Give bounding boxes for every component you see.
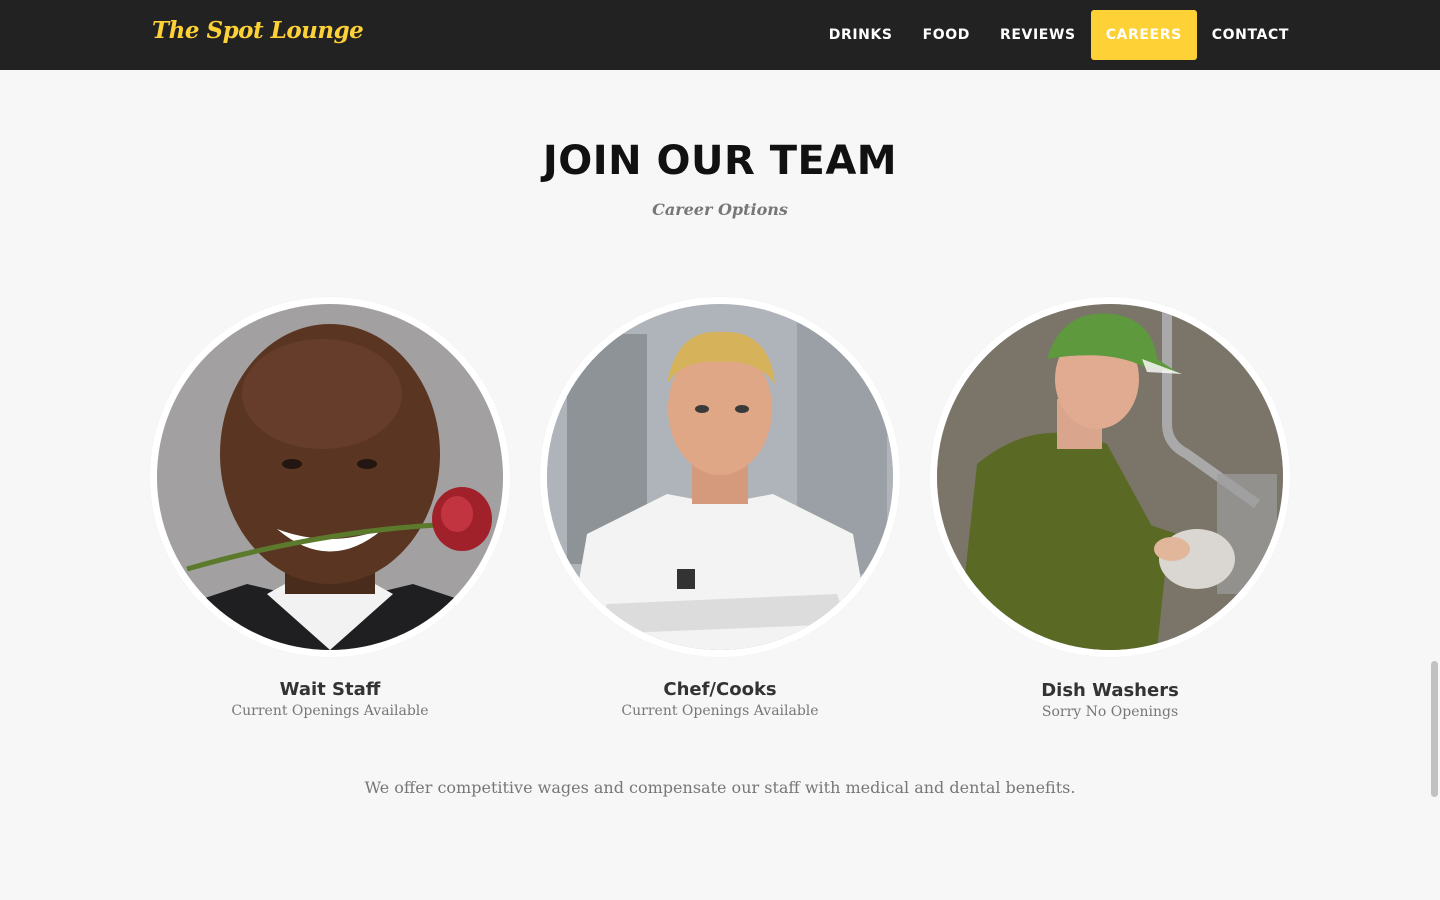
dish-washers-photo — [930, 297, 1290, 657]
wait-staff-photo — [150, 297, 510, 657]
team-member-chef-cooks: Chef/Cooks Current Openings Available — [540, 297, 900, 719]
navbar: The Spot Lounge DRINKS FOOD REVIEWS CARE… — [0, 0, 1440, 70]
page-scrollbar[interactable] — [1431, 661, 1438, 797]
team-member-dish-washers: Dish Washers Sorry No Openings — [930, 297, 1290, 720]
section-heading: JOIN OUR TEAM — [542, 138, 898, 184]
member-status: Sorry No Openings — [1041, 704, 1179, 720]
member-status: Current Openings Available — [621, 703, 819, 719]
nav-item-careers[interactable]: CAREERS — [1090, 10, 1197, 60]
member-name: Wait Staff — [279, 679, 381, 700]
nav-item-food[interactable]: FOOD — [908, 10, 985, 60]
member-name: Dish Washers — [1041, 680, 1179, 701]
nav-menu: DRINKS FOOD REVIEWS CAREERS CONTACT — [814, 10, 1304, 60]
nav-item-contact[interactable]: CONTACT — [1197, 10, 1304, 60]
section-subheading: Career Options — [652, 200, 788, 219]
brand-logo[interactable]: The Spot Lounge — [152, 17, 364, 44]
benefits-text: We offer competitive wages and compensat… — [364, 778, 1076, 797]
nav-item-reviews[interactable]: REVIEWS — [985, 10, 1091, 60]
member-name: Chef/Cooks — [663, 679, 777, 700]
nav-item-drinks[interactable]: DRINKS — [814, 10, 908, 60]
team-member-wait-staff: Wait Staff Current Openings Available — [150, 297, 510, 719]
chef-cooks-photo — [540, 297, 900, 657]
member-status: Current Openings Available — [231, 703, 429, 719]
